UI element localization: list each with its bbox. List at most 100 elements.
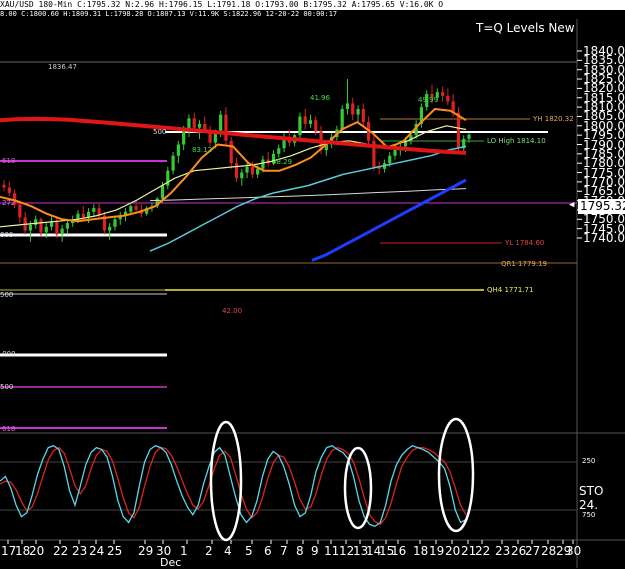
time-tick-label: 25 bbox=[107, 544, 123, 558]
candle-body bbox=[213, 133, 217, 143]
month-label: Dec bbox=[160, 556, 182, 569]
peak-label-4: 38.29 bbox=[272, 158, 293, 166]
candle-body bbox=[203, 123, 207, 130]
fib-label-000a: 000 bbox=[0, 231, 14, 239]
highlight-ellipse-1 bbox=[209, 420, 243, 542]
time-tick-label: 19 bbox=[429, 544, 445, 558]
last-price-tag: 1795.32 bbox=[578, 199, 625, 214]
stochastic-tick-250: 250 bbox=[582, 457, 596, 465]
highlight-ellipse-2 bbox=[343, 446, 373, 530]
time-tick-label: 18 bbox=[15, 544, 31, 558]
candle-body bbox=[108, 226, 112, 231]
candle-body bbox=[261, 159, 265, 169]
level-qr1-label: QR1 1779.19 bbox=[501, 260, 547, 268]
candle-body bbox=[256, 168, 260, 175]
candle-body bbox=[303, 116, 307, 124]
candle-body bbox=[192, 118, 196, 128]
time-tick-label: 11 bbox=[324, 544, 340, 558]
time-tick-label: 29 bbox=[138, 544, 154, 558]
price-tick-label: 1740.00 bbox=[583, 231, 625, 245]
time-tick-label: 20 bbox=[29, 544, 45, 558]
time-tick-label: 6 bbox=[264, 544, 272, 558]
candle-body bbox=[134, 206, 138, 210]
candle-body bbox=[229, 140, 233, 164]
time-tick-label: 16 bbox=[391, 544, 407, 558]
candle-body bbox=[60, 228, 64, 235]
last-price-arrow-icon: ◀ bbox=[569, 200, 575, 210]
time-tick-label: 5 bbox=[245, 544, 253, 558]
peak-label-3: 83.12 bbox=[192, 146, 213, 154]
candle-body bbox=[440, 92, 445, 96]
candle-body bbox=[92, 208, 96, 212]
time-tick-label: 26 bbox=[511, 544, 527, 558]
candle-body bbox=[2, 184, 6, 188]
candle-body bbox=[245, 166, 249, 173]
time-tick-label: 24 bbox=[89, 544, 105, 558]
fib-label-500c: 500 bbox=[0, 383, 14, 391]
candle-body bbox=[361, 108, 365, 123]
time-tick-label: 28 bbox=[541, 544, 557, 558]
fib-label-500b: 500 bbox=[0, 291, 14, 299]
fib-label-500: 500 bbox=[153, 128, 167, 136]
time-tick-label: 9 bbox=[311, 544, 319, 558]
time-tick-label: 23 bbox=[72, 544, 88, 558]
level-qh4-label: QH4 1771.71 bbox=[487, 286, 534, 294]
time-tick-label: 4 bbox=[224, 544, 232, 558]
candle-body bbox=[393, 150, 397, 156]
fib-label-618b: 618 bbox=[2, 425, 16, 433]
candle-body bbox=[446, 95, 450, 102]
time-tick-label: 30 bbox=[566, 544, 582, 558]
candle-body bbox=[34, 219, 38, 225]
candle-body bbox=[113, 219, 117, 227]
candle-body bbox=[176, 144, 180, 156]
candle-body bbox=[81, 213, 85, 218]
candle-body bbox=[65, 223, 70, 229]
time-tick-label: 17 bbox=[1, 544, 17, 558]
candle-body bbox=[351, 103, 355, 115]
stochastic-label: STO 24. bbox=[579, 484, 604, 512]
candle-body bbox=[250, 166, 254, 175]
candle-body bbox=[314, 120, 318, 132]
candle-body bbox=[240, 172, 244, 179]
candle-body bbox=[234, 163, 239, 179]
time-tick-label: 2 bbox=[205, 544, 213, 558]
peak-label-1: 41.96 bbox=[310, 94, 331, 102]
fib-label-618: 618 bbox=[2, 157, 16, 165]
candle-body bbox=[308, 120, 313, 124]
candle-body bbox=[345, 103, 350, 109]
time-tick-label: 22 bbox=[475, 544, 491, 558]
chart-title: T=Q Levels New bbox=[476, 21, 575, 35]
level-yl-label: YL 1784.60 bbox=[505, 239, 545, 247]
candle-body bbox=[456, 112, 461, 149]
candle-body bbox=[182, 131, 186, 145]
fib-label-000b: .000 bbox=[0, 350, 16, 358]
candle-body bbox=[28, 224, 33, 231]
time-tick-label: 21 bbox=[461, 544, 477, 558]
time-tick-label: 27 bbox=[525, 544, 541, 558]
time-tick-label: 12 bbox=[339, 544, 355, 558]
candle-body bbox=[277, 148, 281, 154]
time-tick-label: 8 bbox=[296, 544, 304, 558]
level-yh-label: YH 1820.32 bbox=[533, 115, 574, 123]
low-label-1: 42.00 bbox=[222, 307, 243, 315]
candle-body bbox=[171, 155, 175, 171]
candle-body bbox=[388, 155, 392, 164]
fib-label-272: 272 bbox=[2, 199, 16, 207]
highlight-ellipse-3 bbox=[437, 417, 475, 533]
time-tick-label: 20 bbox=[445, 544, 461, 558]
ma-line-ema-orange bbox=[0, 108, 467, 223]
time-tick-label: 18 bbox=[413, 544, 429, 558]
price-label-1836: 1836.47 bbox=[48, 63, 77, 71]
price-chart[interactable] bbox=[0, 0, 625, 568]
candle-body bbox=[160, 185, 165, 199]
candle-body bbox=[55, 221, 59, 235]
stochastic-tick-750: 750 bbox=[582, 511, 596, 519]
peak-label-2: 49.99 bbox=[418, 96, 439, 104]
candle-body bbox=[340, 108, 344, 130]
candle-body bbox=[356, 108, 360, 115]
level-lohigh-label: LO High 1814.10 bbox=[487, 137, 546, 145]
candle-body bbox=[39, 219, 43, 233]
time-tick-label: 22 bbox=[53, 544, 69, 558]
candle-body bbox=[18, 204, 22, 218]
candle-body bbox=[129, 206, 133, 212]
